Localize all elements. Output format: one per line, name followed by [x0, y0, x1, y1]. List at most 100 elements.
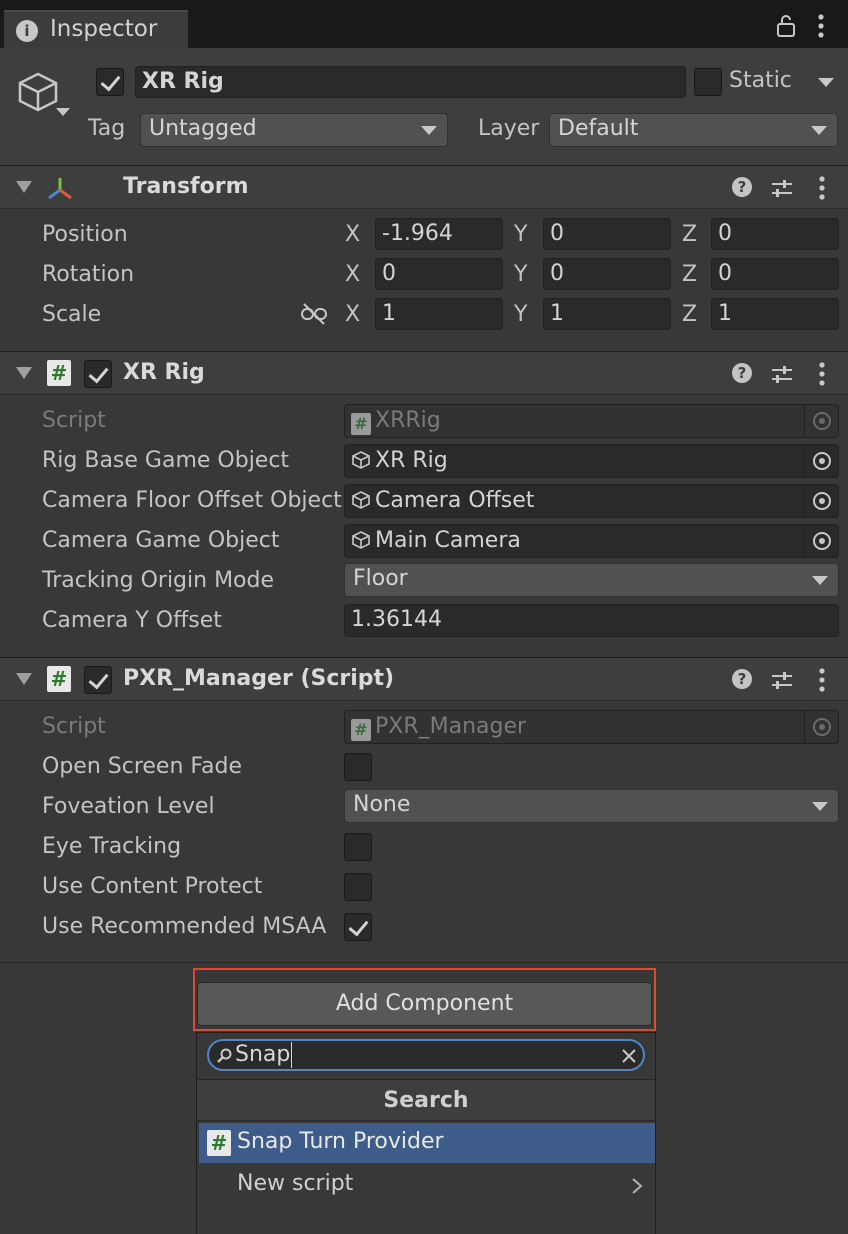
lock-icon[interactable]: [774, 14, 798, 38]
camera-go-label: Camera Game Object: [42, 528, 280, 553]
active-checkbox[interactable]: [96, 68, 124, 96]
object-picker-icon[interactable]: [804, 445, 838, 477]
axis-x-label[interactable]: X: [345, 302, 360, 327]
position-z-input[interactable]: 0: [711, 218, 839, 250]
result-label: Snap Turn Provider: [237, 1129, 444, 1154]
fold-arrow-icon[interactable]: [16, 673, 32, 685]
chevron-down-icon: [421, 126, 437, 135]
scale-z-input[interactable]: 1: [711, 298, 839, 330]
tag-value: Untagged: [149, 116, 257, 141]
rotation-label: Rotation: [42, 262, 135, 287]
pxr-manager-header[interactable]: # PXR_Manager (Script) ?: [0, 657, 848, 701]
tag-dropdown[interactable]: Untagged: [140, 113, 448, 147]
info-icon: i: [16, 20, 38, 42]
xr-rig-script-value: XRRig: [375, 408, 441, 433]
clear-search-icon[interactable]: [621, 1048, 637, 1064]
icon-dropdown-arrow[interactable]: [56, 108, 70, 116]
pxr-script-field: # PXR_Manager: [344, 710, 839, 744]
gameobject-cube-icon: [352, 531, 370, 549]
floor-offset-value: Camera Offset: [375, 488, 535, 513]
rig-base-value: XR Rig: [375, 448, 448, 473]
xr-rig-enabled-checkbox[interactable]: [84, 360, 112, 388]
foveation-value: None: [353, 792, 411, 817]
tag-label: Tag: [88, 116, 126, 141]
kebab-menu-icon[interactable]: [814, 12, 828, 40]
add-component-button[interactable]: Add Component: [197, 982, 652, 1026]
preset-sliders-icon[interactable]: [770, 668, 794, 692]
script-hash-icon: #: [207, 1130, 231, 1156]
help-icon[interactable]: ?: [732, 177, 752, 197]
pxr-script-label: Script: [42, 714, 106, 739]
static-dropdown-arrow[interactable]: [818, 78, 834, 87]
camera-y-offset-input[interactable]: 1.36144: [344, 604, 839, 637]
gameobject-cube-icon[interactable]: [16, 70, 60, 114]
chevron-down-icon: [812, 802, 828, 811]
axis-x-label[interactable]: X: [345, 222, 360, 247]
layer-label: Layer: [478, 116, 540, 141]
help-icon[interactable]: ?: [732, 363, 752, 383]
help-icon[interactable]: ?: [732, 669, 752, 689]
open-screen-fade-checkbox[interactable]: [344, 753, 372, 781]
content-protect-checkbox[interactable]: [344, 873, 372, 901]
preset-sliders-icon[interactable]: [770, 176, 794, 200]
xr-rig-header[interactable]: # XR Rig ?: [0, 351, 848, 395]
result-label: New script: [237, 1171, 354, 1196]
pxr-enabled-checkbox[interactable]: [84, 666, 112, 694]
camera-y-offset-label: Camera Y Offset: [42, 608, 222, 633]
script-hash-icon: #: [47, 360, 71, 386]
rig-base-field[interactable]: XR Rig: [344, 444, 839, 478]
pxr-manager-title: PXR_Manager (Script): [123, 666, 395, 691]
tracking-origin-dropdown[interactable]: Floor: [344, 563, 839, 597]
axis-x-label[interactable]: X: [345, 262, 360, 287]
camera-go-field[interactable]: Main Camera: [344, 524, 839, 558]
axis-y-label[interactable]: Y: [514, 302, 527, 327]
result-snap-turn-provider[interactable]: # Snap Turn Provider: [199, 1123, 655, 1163]
scale-x-input[interactable]: 1: [375, 298, 503, 330]
rotation-y-input[interactable]: 0: [543, 258, 671, 290]
tracking-origin-value: Floor: [353, 566, 408, 591]
object-name-input[interactable]: XR Rig: [135, 66, 686, 98]
constrain-proportions-link-icon[interactable]: [300, 302, 328, 326]
fold-arrow-icon[interactable]: [16, 367, 32, 379]
floor-offset-field[interactable]: Camera Offset: [344, 484, 839, 518]
eye-tracking-checkbox[interactable]: [344, 833, 372, 861]
gameobject-cube-icon: [352, 491, 370, 509]
static-checkbox[interactable]: [694, 68, 722, 96]
foveation-dropdown[interactable]: None: [344, 789, 839, 823]
position-x-input[interactable]: -1.964: [375, 218, 503, 250]
result-new-script[interactable]: New script: [199, 1165, 655, 1205]
inspector-tab-bar: i Inspector: [0, 0, 848, 48]
rotation-x-input[interactable]: 0: [375, 258, 503, 290]
eye-tracking-label: Eye Tracking: [42, 834, 182, 859]
msaa-checkbox[interactable]: [344, 913, 372, 941]
xr-rig-script-field: # XRRig: [344, 404, 839, 438]
component-menu-icon[interactable]: [815, 360, 829, 388]
preset-sliders-icon[interactable]: [770, 362, 794, 386]
rig-base-label: Rig Base Game Object: [42, 448, 290, 473]
script-label: Script: [42, 408, 106, 433]
layer-dropdown[interactable]: Default: [549, 113, 838, 147]
position-y-input[interactable]: 0: [543, 218, 671, 250]
transform-header[interactable]: Transform ?: [0, 165, 848, 209]
msaa-label: Use Recommended MSAA: [42, 914, 327, 939]
component-search-field[interactable]: Snap: [207, 1039, 645, 1071]
component-menu-icon[interactable]: [815, 174, 829, 202]
object-picker-icon[interactable]: [804, 525, 838, 557]
axis-z-label[interactable]: Z: [682, 302, 697, 327]
fold-arrow-icon[interactable]: [16, 181, 32, 193]
inspector-tab[interactable]: i Inspector: [4, 10, 188, 48]
axis-y-label[interactable]: Y: [514, 262, 527, 287]
scale-y-input[interactable]: 1: [543, 298, 671, 330]
axis-y-label[interactable]: Y: [514, 222, 527, 247]
rotation-z-input[interactable]: 0: [711, 258, 839, 290]
floor-offset-label: Camera Floor Offset Object: [42, 488, 342, 513]
axis-z-label[interactable]: Z: [682, 262, 697, 287]
chevron-down-icon: [812, 576, 828, 585]
component-search-input[interactable]: Snap: [235, 1042, 293, 1068]
component-menu-icon[interactable]: [815, 666, 829, 694]
foveation-label: Foveation Level: [42, 794, 215, 819]
axis-z-label[interactable]: Z: [682, 222, 697, 247]
inspector-tab-label: Inspector: [50, 16, 158, 42]
chevron-down-icon: [811, 126, 827, 135]
object-picker-icon[interactable]: [804, 485, 838, 517]
